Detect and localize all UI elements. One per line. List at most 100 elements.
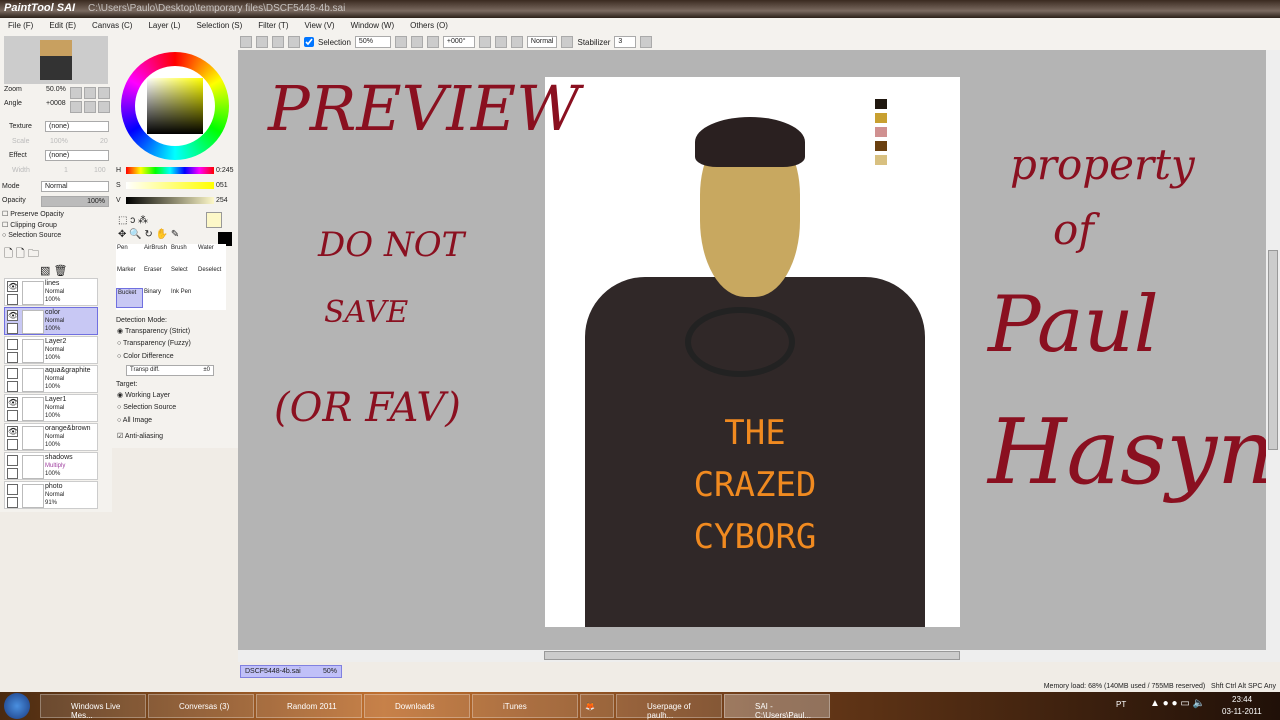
radio-all-image[interactable]: ○ All Image <box>117 417 152 424</box>
navigator-preview[interactable] <box>4 36 108 84</box>
rotate-reset-button[interactable] <box>510 36 523 48</box>
lock-toggle[interactable] <box>7 439 18 450</box>
visibility-toggle[interactable]: 👁 <box>7 281 18 292</box>
tool-water[interactable]: Water <box>197 244 224 264</box>
tool-select[interactable]: Select <box>170 266 197 286</box>
radio-transparency-fuzzy[interactable]: ○ Transparency (Fuzzy) <box>117 340 191 347</box>
zoom-reset-button[interactable] <box>426 36 439 48</box>
zoom-select[interactable]: 50% <box>354 36 391 48</box>
stabilizer-select[interactable]: 3 <box>614 36 637 48</box>
tool-marker[interactable]: Marker <box>116 266 143 286</box>
rect-select-icon[interactable]: ⬚ <box>118 215 127 226</box>
start-button[interactable] <box>4 693 30 719</box>
visibility-toggle[interactable] <box>7 484 18 495</box>
layer-item[interactable]: aqua&graphite Normal 100% <box>4 365 98 393</box>
tool-deselect[interactable]: Deselect <box>197 266 224 286</box>
language-indicator[interactable]: PT <box>1116 700 1126 709</box>
transp-diff-slider[interactable]: Transp diff. ±0 <box>126 365 214 376</box>
radio-selection-source[interactable]: ○ Selection Source <box>117 404 176 411</box>
canvas-paper[interactable]: THE CRAZED CYBORG <box>545 77 960 627</box>
rotate-right-button[interactable] <box>494 36 507 48</box>
redo-button[interactable] <box>256 36 268 48</box>
canvas-area[interactable]: THE CRAZED CYBORG PREVIEW DO NOT SAVE (OR … <box>238 50 1275 662</box>
foreground-color[interactable] <box>206 212 222 228</box>
tool-binary[interactable]: Binary <box>143 288 170 308</box>
hand-icon[interactable]: ✋ <box>156 229 168 240</box>
layer-item[interactable]: 👁 orange&brown Normal 100% <box>4 423 98 451</box>
visibility-toggle[interactable] <box>7 368 18 379</box>
menu-window[interactable]: Window (W) <box>343 18 403 34</box>
menu-selection[interactable]: Selection (S) <box>188 18 250 34</box>
menu-layer[interactable]: Layer (L) <box>140 18 188 34</box>
tool-airbrush[interactable]: AirBrush <box>143 244 170 264</box>
tool-brush[interactable]: Brush <box>170 244 197 264</box>
hue-slider[interactable] <box>126 167 214 174</box>
clear-layer-icon[interactable]: ▧ <box>40 265 50 277</box>
radio-color-difference[interactable]: ○ Color Difference <box>117 353 174 360</box>
angle-value[interactable]: +0008 <box>46 100 66 107</box>
zoom-value[interactable]: 50.0% <box>46 86 66 93</box>
vertical-scrollbar[interactable] <box>1266 50 1280 662</box>
taskbar-conversas[interactable]: Conversas (3) <box>148 694 254 718</box>
layer-item[interactable]: 👁 Layer1 Normal 100% <box>4 394 98 422</box>
lock-toggle[interactable] <box>7 497 18 508</box>
taskbar-random-2011[interactable]: Random 2011 <box>256 694 362 718</box>
menu-edit[interactable]: Edit (E) <box>41 18 84 34</box>
nav-rotate-right-button[interactable] <box>84 101 96 113</box>
menu-file[interactable]: File (F) <box>0 18 41 34</box>
rotate-icon[interactable]: ↻ <box>144 229 152 240</box>
layer-item[interactable]: Layer2 Normal 100% <box>4 336 98 364</box>
zoom-in-button[interactable] <box>410 36 423 48</box>
color-wheel[interactable] <box>121 52 229 160</box>
taskbar-chrome[interactable]: Userpage of paulh... <box>616 694 722 720</box>
horizontal-scrollbar[interactable] <box>238 650 1266 662</box>
zoom-icon[interactable]: 🔍 <box>129 229 141 240</box>
selection-source-radio[interactable]: ○ Selection Source <box>2 232 61 239</box>
visibility-toggle[interactable] <box>7 455 18 466</box>
blend-mode-button[interactable]: Normal <box>526 36 558 48</box>
lock-toggle[interactable] <box>7 294 18 305</box>
nav-rotate-left-button[interactable] <box>70 101 82 113</box>
lasso-icon[interactable]: ↄ <box>130 215 135 226</box>
lock-toggle[interactable] <box>7 410 18 421</box>
saturation-value-square[interactable] <box>147 78 203 134</box>
magic-wand-icon[interactable]: ⁂ <box>138 215 148 226</box>
layer-item[interactable]: 👁 color Normal 100% <box>4 307 98 335</box>
clipping-group-checkbox[interactable]: ☐ Clipping Group <box>2 221 57 229</box>
new-folder-icon[interactable]: 🗀 <box>28 248 39 260</box>
taskbar-itunes[interactable]: iTunes <box>472 694 578 718</box>
preserve-opacity-checkbox[interactable]: ☐ Preserve Opacity <box>2 210 64 218</box>
lock-toggle[interactable] <box>7 323 18 334</box>
clock-date[interactable]: 03-11-2011 <box>1222 707 1262 716</box>
stabilizer-dropdown[interactable] <box>640 36 653 48</box>
texture-select[interactable]: (none) <box>45 121 109 132</box>
tool-ink-pen[interactable]: Ink Pen <box>170 288 197 308</box>
radio-transparency-strict[interactable]: ◉ Transparency (Strict) <box>117 327 190 335</box>
lock-toggle[interactable] <box>7 381 18 392</box>
menu-others[interactable]: Others (O) <box>402 18 456 34</box>
visibility-toggle[interactable]: 👁 <box>7 397 18 408</box>
taskbar-downloads[interactable]: Downloads <box>364 694 470 718</box>
new-layer-icon[interactable]: 🗋 <box>4 248 13 260</box>
visibility-toggle[interactable] <box>7 339 18 350</box>
value-slider[interactable] <box>126 197 214 204</box>
angle-select[interactable]: +000° <box>442 36 475 48</box>
nav-zoom-in-button[interactable] <box>84 87 96 99</box>
anti-aliasing-checkbox[interactable]: ☑ Anti-aliasing <box>117 432 163 440</box>
opacity-slider[interactable]: 100% <box>41 196 109 207</box>
delete-layer-icon[interactable]: 🗑 <box>53 265 67 277</box>
rotate-left-button[interactable] <box>478 36 491 48</box>
menu-canvas[interactable]: Canvas (C) <box>84 18 140 34</box>
saturation-slider[interactable] <box>126 182 214 189</box>
new-linework-layer-icon[interactable]: 🗋 <box>16 248 25 260</box>
tool-eraser[interactable]: Eraser <box>143 266 170 286</box>
deselect-button[interactable] <box>272 36 284 48</box>
effect-select[interactable]: (none) <box>45 150 109 161</box>
layer-item[interactable]: shadows Multiply 100% <box>4 452 98 480</box>
selection-checkbox[interactable] <box>304 37 314 47</box>
taskbar-messenger[interactable]: Windows Live Mes... <box>40 694 146 720</box>
taskbar-sai[interactable]: SAI - C:\Users\Paul... <box>724 694 830 720</box>
mode-select[interactable]: Normal <box>41 181 109 192</box>
taskbar-firefox-icon[interactable]: 🦊 <box>580 694 614 718</box>
document-tab[interactable]: DSCF5448-4b.sai 50% <box>240 665 342 678</box>
